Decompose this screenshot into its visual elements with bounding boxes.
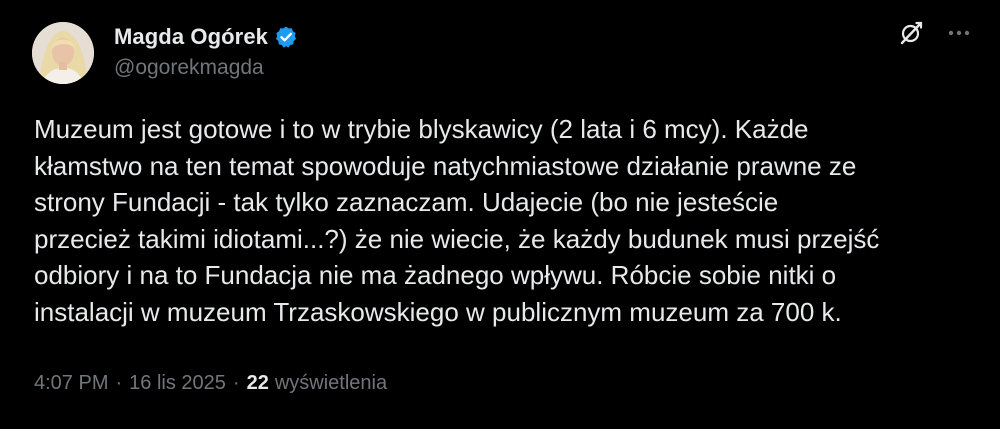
tweet-text-line: strony Fundacji - tak tylko zaznaczam. U… xyxy=(34,187,779,217)
more-icon[interactable] xyxy=(946,20,972,46)
tweet-text-line: odbiory i na to Fundacja nie ma żadnego … xyxy=(34,260,837,290)
verified-badge-icon[interactable] xyxy=(274,25,298,49)
meta-separator: · xyxy=(115,372,123,394)
tweet-text-line: kłamstwo na ten temat spowoduje natychmi… xyxy=(34,150,857,181)
tweet-date[interactable]: 16 lis 2025 xyxy=(129,372,226,395)
avatar-image xyxy=(32,22,94,84)
tweet-meta: 4:07 PM · 16 lis 2025 · 22 wyświetlenia xyxy=(34,372,387,395)
tweet-card: Magda Ogórek @ogorekmagda Muzeum jest go… xyxy=(0,0,1000,429)
tweet-text-line: Muzeum jest gotowe i to w trybie blyskaw… xyxy=(34,114,809,144)
top-actions xyxy=(898,20,972,46)
tweet-text-line: instalacji w muzeum Trzaskowskiego w pub… xyxy=(34,296,842,327)
views-count[interactable]: 22 xyxy=(247,372,269,395)
views-label: wyświetlenia xyxy=(274,372,388,394)
tweet-text-line: przecież takimi idiotami...?) że nie wie… xyxy=(34,223,880,254)
avatar[interactable] xyxy=(32,22,94,84)
tweet-time[interactable]: 4:07 PM xyxy=(34,372,108,395)
meta-separator: · xyxy=(232,372,240,394)
handle[interactable]: @ogorekmagda xyxy=(114,56,298,80)
author-block: Magda Ogórek @ogorekmagda xyxy=(114,22,298,80)
display-name[interactable]: Magda Ogórek xyxy=(114,24,268,50)
tweet-text: Muzeum jest gotowe i to w trybie blyskaw… xyxy=(34,111,974,330)
name-row: Magda Ogórek xyxy=(114,22,298,52)
grok-icon[interactable] xyxy=(898,20,924,46)
